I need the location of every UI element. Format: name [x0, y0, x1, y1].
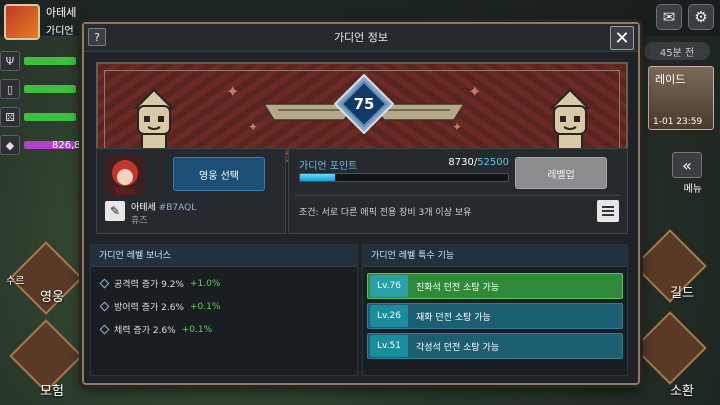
level-special-header: 가디언 레벨 특수 기능	[363, 245, 627, 267]
bonus-label: 방어력 증가 2.6%	[114, 303, 184, 313]
guardian-banner: ✦ ✦ ✦ ✦ 75	[96, 62, 628, 162]
ability-text: 재화 던전 소탕 가능	[416, 312, 491, 323]
resource-value: 826,8	[52, 140, 81, 151]
bonus-row: 공격력 증가 9.2% +1.0%	[99, 277, 221, 290]
game-screen: 아테세 가디언 ✉ ⚙ 45분 전 Ψ ▯ ⚄ ◆ 826,8 영웅 수르 모험…	[0, 0, 720, 405]
menu-hero-label: 영웅	[40, 290, 64, 305]
points-label: 가디언 포인트	[299, 161, 358, 172]
player-name: 아테세	[46, 6, 77, 19]
guardian-level: 75	[353, 95, 375, 113]
star-icon: ✦	[248, 120, 259, 134]
special-ability-row[interactable]: Lv.26 재화 던전 소탕 가능	[367, 303, 623, 329]
points-progress-bar	[299, 173, 509, 182]
status-bar	[24, 57, 76, 65]
edit-icon[interactable]: ✎	[105, 201, 125, 221]
diamond-icon	[99, 324, 110, 335]
menu-label: 메뉴	[683, 184, 702, 195]
player-subtitle: 가디언	[46, 26, 74, 37]
hero-title: 휴즈	[131, 216, 148, 226]
ability-text: 각성석 던전 소탕 가능	[416, 342, 500, 353]
fork-icon[interactable]: Ψ	[0, 51, 20, 71]
guardian-info-modal: 가디언 정보 ? ✕ ✦ ✦ ✦ ✦ 75 영웅 선택 ✎ 아테세 #B7AQL…	[82, 22, 640, 385]
list-icon[interactable]	[597, 200, 619, 222]
mail-icon[interactable]: ✉	[656, 4, 682, 30]
raid-time: 1-01 23:59	[653, 117, 703, 127]
menu-guild-label: 길드	[670, 286, 694, 301]
points-current: 8730	[448, 157, 474, 168]
summon-menu-emblem[interactable]	[633, 311, 707, 385]
dice-icon[interactable]: ⚄	[0, 107, 20, 127]
divider	[295, 195, 621, 196]
timer-badge: 45분 전	[644, 42, 710, 60]
guardian-points-card: 가디언 포인트 8730/52500 레벨업 조건: 서로 다른 에픽 전용 장…	[288, 148, 628, 234]
diamond-icon	[99, 278, 110, 289]
level-bonus-panel: 가디언 레벨 보너스 공격력 증가 9.2% +1.0% 방어력 증가 2.6%…	[90, 244, 358, 376]
ability-level: Lv.76	[370, 275, 408, 297]
ability-text: 진화석 던전 소탕 가능	[416, 282, 500, 293]
level-up-button[interactable]: 레벨업	[515, 157, 607, 189]
menu-adventure-label: 모험	[40, 384, 64, 399]
star-icon: ✦	[468, 82, 482, 101]
level-special-panel: 가디언 레벨 특수 기능 Lv.76 진화석 던전 소탕 가능 Lv.26 재화…	[362, 244, 628, 376]
special-ability-row[interactable]: Lv.76 진화석 던전 소탕 가능	[367, 273, 623, 299]
help-button[interactable]: ?	[88, 28, 106, 46]
hero-name: 아테세	[131, 203, 156, 213]
bonus-increment: +1.0%	[190, 278, 221, 289]
bonus-increment: +0.1%	[181, 324, 213, 335]
hero-code: #B7AQL	[158, 203, 197, 213]
points-progress-fill	[300, 174, 335, 181]
ability-level: Lv.26	[370, 305, 408, 327]
hero-card: 영웅 선택 ✎ 아테세 #B7AQL 휴즈	[96, 148, 286, 234]
mascot-right-icon	[549, 88, 591, 155]
bonus-increment: +0.1%	[190, 301, 221, 312]
hero-name-line: 아테세 #B7AQL	[131, 200, 196, 213]
bonus-row: 방어력 증가 2.6% +0.1%	[99, 300, 221, 313]
menu-summon-label: 소환	[670, 384, 694, 399]
hud-icon-group: ✉ ⚙	[656, 4, 714, 30]
modal-title: 가디언 정보	[333, 31, 389, 44]
status-bar	[24, 113, 76, 121]
close-button[interactable]: ✕	[610, 26, 634, 50]
menu-chevron-icon[interactable]: «	[672, 152, 702, 178]
hero-portrait	[105, 155, 145, 195]
diamond-icon	[99, 301, 110, 312]
special-ability-row[interactable]: Lv.51 각성석 던전 소탕 가능	[367, 333, 623, 359]
bonus-label: 체력 증가 2.6%	[114, 326, 176, 336]
mascot-left-icon	[133, 88, 175, 155]
bonus-row: 체력 증가 2.6% +0.1%	[99, 323, 213, 336]
points-max: 52500	[477, 157, 509, 168]
bonus-label: 공격력 증가 9.2%	[114, 280, 184, 290]
raid-label: 레이드	[655, 73, 686, 86]
cup-icon[interactable]: ▯	[0, 79, 20, 99]
gem-icon[interactable]: ◆	[0, 135, 20, 155]
gear-icon[interactable]: ⚙	[688, 4, 714, 30]
points-value: 8730/52500	[441, 157, 509, 168]
player-avatar[interactable]	[4, 4, 40, 40]
star-icon: ✦	[226, 82, 240, 101]
menu-extra-label: 수르	[6, 276, 25, 287]
status-bar	[24, 85, 76, 93]
levelup-condition: 조건: 서로 다른 에픽 전용 장비 3개 이상 보유	[299, 208, 472, 218]
ability-level: Lv.51	[370, 335, 408, 357]
raid-panel[interactable]: 레이드 1-01 23:59	[648, 66, 714, 130]
level-bonus-header: 가디언 레벨 보너스	[91, 245, 357, 267]
hero-select-button[interactable]: 영웅 선택	[173, 157, 265, 191]
